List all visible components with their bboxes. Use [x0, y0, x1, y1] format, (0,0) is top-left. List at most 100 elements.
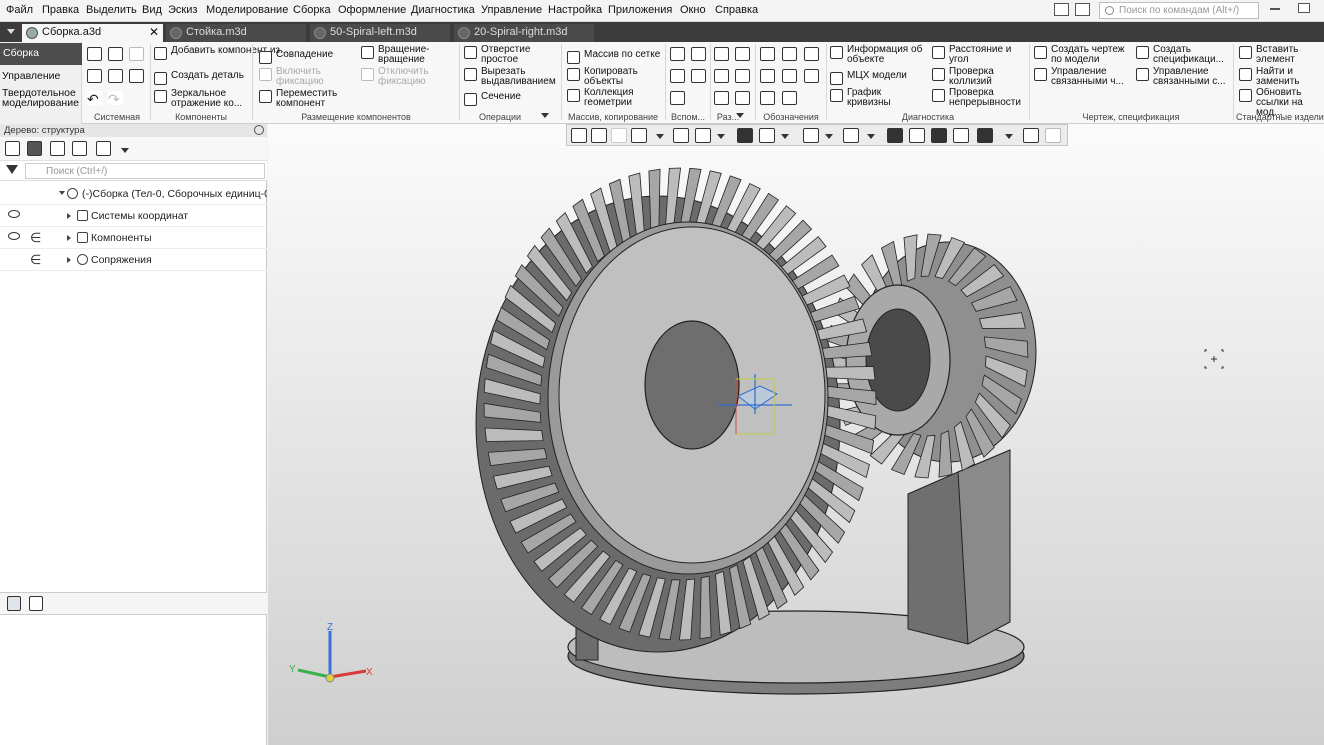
undo-icon[interactable]: ↶: [87, 91, 102, 107]
copy-objects-button[interactable]: Копировать объекты: [567, 67, 647, 87]
menu-file[interactable]: Файл: [6, 4, 33, 16]
grid-array-button[interactable]: Массив по сетке: [567, 50, 660, 64]
menu-settings[interactable]: Настройка: [548, 4, 602, 16]
create-part-button[interactable]: Создать деталь: [154, 71, 244, 85]
tree-row-root[interactable]: (-)Сборка (Тел-0, Сборочных единиц-0: [0, 183, 267, 205]
pan-icon[interactable]: [695, 128, 711, 143]
tree-search-input[interactable]: Поиск (Ctrl+/): [25, 163, 265, 179]
tabs-menu-icon[interactable]: [7, 29, 15, 34]
weld-icon[interactable]: [804, 69, 819, 83]
menu-assembly[interactable]: Сборка: [293, 4, 331, 16]
panel-layout-icon[interactable]: [1054, 3, 1069, 16]
menu-sketch[interactable]: Эскиз: [168, 4, 197, 16]
diameter-icon[interactable]: [735, 69, 750, 83]
mark-icon[interactable]: [782, 69, 797, 83]
open-icon[interactable]: [108, 47, 123, 61]
leader-icon[interactable]: [760, 69, 775, 83]
rough-icon[interactable]: [760, 47, 775, 61]
enable-fixation-button[interactable]: Включить фиксацию: [259, 67, 329, 87]
object-info-button[interactable]: Информация об объекте: [830, 45, 928, 65]
tree-tab-icon[interactable]: [7, 596, 21, 611]
plane-icon[interactable]: [670, 47, 685, 61]
move-component-button[interactable]: Переместить компонент: [259, 89, 341, 109]
chevron-down-icon[interactable]: [656, 134, 664, 139]
section-button[interactable]: Сечение: [464, 92, 521, 106]
tree-row-mates[interactable]: ∈ Сопряжения: [0, 249, 267, 271]
save-icon[interactable]: [129, 47, 144, 61]
base-icon[interactable]: [782, 47, 797, 61]
find-replace-button[interactable]: Найти и заменить: [1239, 67, 1323, 87]
nav-assembly[interactable]: Сборка: [0, 43, 82, 65]
zoom-fit-icon[interactable]: [591, 128, 607, 143]
measure-icon[interactable]: [909, 128, 925, 143]
add-component-button[interactable]: Добавить компонент из...: [154, 46, 288, 60]
expand-icon[interactable]: [67, 257, 71, 263]
chevron-down-icon[interactable]: [867, 134, 875, 139]
menu-view[interactable]: Вид: [142, 4, 162, 16]
selection-mode-icon[interactable]: [953, 128, 969, 143]
tab-stand[interactable]: Стойка.m3d: [166, 24, 306, 42]
point-icon[interactable]: [670, 69, 685, 83]
properties-icon[interactable]: [1023, 128, 1039, 143]
tree-build-icon[interactable]: [27, 141, 42, 156]
minimize-icon[interactable]: [1270, 8, 1280, 10]
tree-components-icon[interactable]: [50, 141, 65, 156]
tab-assembly[interactable]: Сборка.a3d ✕: [22, 24, 163, 42]
command-search-input[interactable]: Поиск по командам (Alt+/): [1099, 2, 1259, 19]
print-icon[interactable]: [87, 69, 102, 83]
tree-row-components[interactable]: ∈ Компоненты: [0, 227, 267, 249]
text-icon[interactable]: [782, 91, 797, 105]
insert-element-button[interactable]: Вставить элемент: [1239, 45, 1323, 65]
menu-applications[interactable]: Приложения: [608, 4, 672, 16]
tolerance-icon[interactable]: [804, 47, 819, 61]
menu-edit[interactable]: Правка: [42, 4, 79, 16]
chevron-down-icon[interactable]: [825, 134, 833, 139]
angle-dimension-icon[interactable]: [735, 47, 750, 61]
menu-modeling[interactable]: Моделирование: [206, 4, 288, 16]
auto-dimension-icon[interactable]: [735, 91, 750, 105]
eye-icon[interactable]: [8, 232, 20, 240]
filter-icon[interactable]: [977, 128, 993, 143]
dimensions-dropdown-icon[interactable]: [736, 113, 744, 118]
menu-window[interactable]: Окно: [680, 4, 706, 16]
simple-hole-button[interactable]: Отверстие простое: [464, 45, 560, 65]
create-specification-button[interactable]: Создать спецификаци...: [1136, 45, 1230, 65]
disable-fixation-button[interactable]: Отключить фиксацию: [361, 67, 441, 87]
tree-row-coordinate-systems[interactable]: Системы координат: [0, 205, 267, 227]
line-icon[interactable]: [670, 91, 685, 105]
tab-spiral-left[interactable]: 50-Spiral-left.m3d: [310, 24, 450, 42]
distance-angle-button[interactable]: Расстояние и угол: [932, 45, 1022, 65]
mass-properties-button[interactable]: МЦХ модели: [830, 71, 907, 85]
menu-help[interactable]: Справка: [715, 4, 758, 16]
include-icon[interactable]: ∈: [30, 252, 41, 268]
radius-icon[interactable]: [714, 69, 729, 83]
tree-filter-view-icon[interactable]: [72, 141, 87, 156]
chevron-down-icon[interactable]: [1005, 134, 1013, 139]
tree-structure-icon[interactable]: [5, 141, 20, 156]
view-cube-icon[interactable]: [737, 128, 753, 143]
gear-icon[interactable]: [254, 125, 264, 135]
coincidence-button[interactable]: Совпадение: [259, 50, 333, 64]
chevron-down-icon[interactable]: [121, 148, 129, 153]
rotate-icon[interactable]: [673, 128, 689, 143]
nav-solid-modeling[interactable]: Твердотельное моделирование: [2, 88, 82, 109]
chain-dimension-icon[interactable]: [714, 91, 729, 105]
chevron-down-icon[interactable]: [717, 134, 725, 139]
axis-icon[interactable]: [691, 47, 706, 61]
menu-design[interactable]: Оформление: [338, 4, 406, 16]
nav-management[interactable]: Управление: [2, 71, 60, 82]
redo-icon[interactable]: ↷: [108, 91, 123, 107]
chevron-down-icon[interactable]: [781, 134, 789, 139]
eye-icon[interactable]: [8, 210, 20, 218]
continuity-check-button[interactable]: Проверка непрерывности: [932, 88, 1027, 108]
curvature-graph-button[interactable]: График кривизны: [830, 88, 900, 108]
eyedropper-icon[interactable]: [1045, 128, 1061, 143]
menu-management[interactable]: Управление: [481, 4, 542, 16]
orientation-icon[interactable]: [571, 128, 587, 143]
create-drawing-button[interactable]: Создать чертеж по модели: [1034, 45, 1130, 65]
screenshot-icon[interactable]: [1075, 3, 1090, 16]
menu-diagnostics[interactable]: Диагностика: [411, 4, 475, 16]
restore-icon[interactable]: [1298, 3, 1310, 13]
display-mode-icon[interactable]: [759, 128, 775, 143]
close-icon[interactable]: ✕: [149, 25, 159, 39]
